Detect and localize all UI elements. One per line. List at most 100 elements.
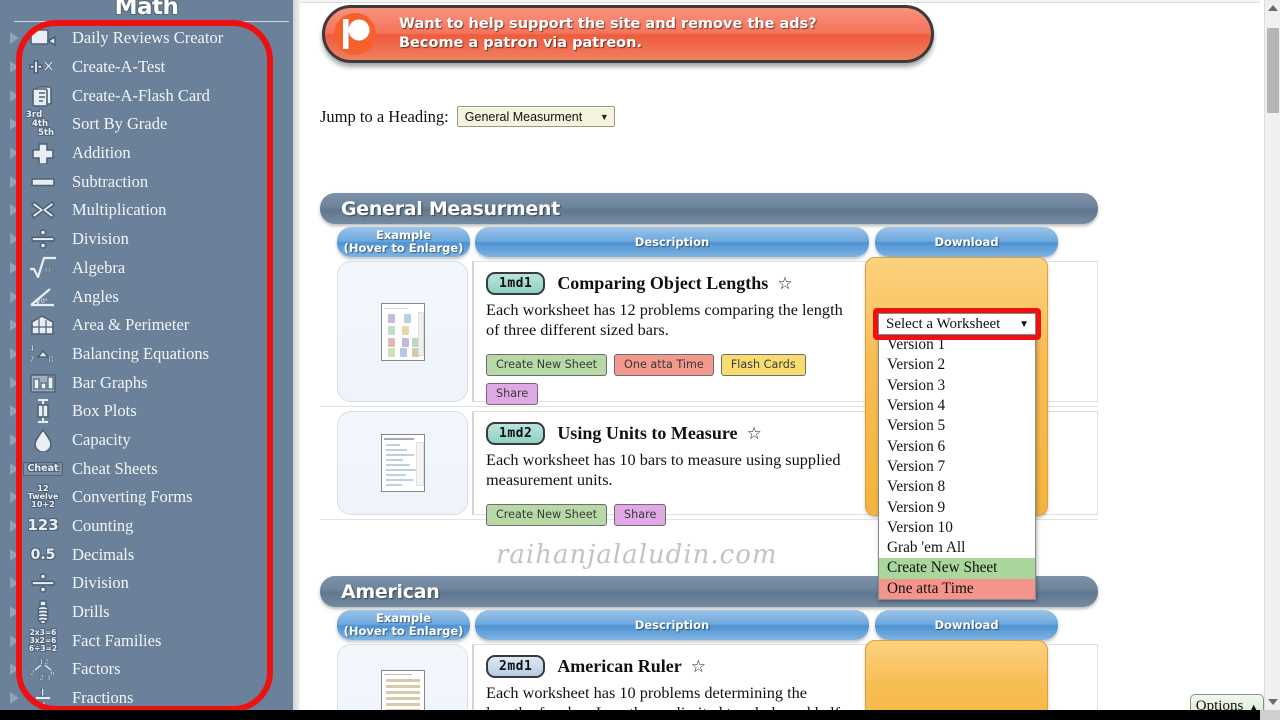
sidebar-item-create-a-flash-card[interactable]: Create-A-Flash Card <box>0 81 293 110</box>
standard-code-badge[interactable]: 1md1 <box>486 272 546 295</box>
expand-triangle-icon[interactable] <box>4 139 24 167</box>
example-thumbnail-cell[interactable] <box>337 644 468 710</box>
worksheet-description: Each worksheet has 10 bars to measure us… <box>486 450 841 489</box>
worksheet-action-button[interactable]: Create New Sheet <box>486 354 608 376</box>
scrollbar-thumb[interactable] <box>1267 28 1279 113</box>
favorite-star-icon[interactable]: ☆ <box>746 425 761 442</box>
worksheet-option-version-1[interactable]: Version 1 <box>879 335 1035 355</box>
worksheet-option-version-7[interactable]: Version 7 <box>879 457 1035 477</box>
column-header-example-line2: (Hover to Enlarge) <box>343 624 464 638</box>
worksheet-option-version-8[interactable]: Version 8 <box>879 477 1035 497</box>
example-thumbnail-cell[interactable] <box>337 261 468 402</box>
favorite-star-icon[interactable]: ☆ <box>777 275 792 292</box>
sidebar-item-fractions[interactable]: 1 2 Fractions <box>0 684 293 710</box>
sidebar-item-algebra[interactable]: π Algebra <box>0 254 293 283</box>
fraction-icon: 12 <box>24 685 62 710</box>
sidebar-item-subtraction[interactable]: Subtraction <box>0 167 293 196</box>
expand-triangle-icon[interactable] <box>4 283 24 311</box>
expand-triangle-icon[interactable] <box>4 110 24 138</box>
worksheet-option-create-new-sheet[interactable]: Create New Sheet <box>879 558 1035 579</box>
worksheet-option-version-4[interactable]: Version 4 <box>879 396 1035 416</box>
column-header-download: Download <box>875 227 1058 257</box>
worksheet-thumbnail-image[interactable] <box>380 434 425 492</box>
expand-triangle-icon[interactable] <box>4 225 24 253</box>
scrollbar-down-arrow[interactable] <box>1265 694 1280 710</box>
sidebar-item-label: Subtraction <box>72 171 149 191</box>
worksheet-option-version-9[interactable]: Version 9 <box>879 497 1035 517</box>
expand-triangle-icon[interactable] <box>4 311 24 339</box>
sidebar-item-bar-graphs[interactable]: Bar Graphs <box>0 368 293 397</box>
expand-triangle-icon[interactable] <box>4 598 24 626</box>
standard-code-badge[interactable]: 2md1 <box>486 655 546 678</box>
sidebar-item-sort-by-grade[interactable]: 3rd 4th 5th Sort By Grade <box>0 110 293 139</box>
expand-triangle-icon[interactable] <box>4 627 24 655</box>
expand-triangle-icon[interactable] <box>4 254 24 282</box>
converting-forms-icon: 12 Twelve 10+2 <box>27 484 59 510</box>
worksheet-option-version-5[interactable]: Version 5 <box>879 416 1035 436</box>
expand-triangle-icon[interactable] <box>4 24 24 52</box>
expand-triangle-icon[interactable] <box>4 455 24 483</box>
sidebar-item-counting[interactable]: 123 Counting <box>0 512 293 541</box>
worksheet-action-button[interactable]: Share <box>486 383 539 405</box>
favorite-star-icon[interactable]: ☆ <box>691 658 706 675</box>
page-scrollbar[interactable] <box>1264 0 1280 710</box>
expand-triangle-icon[interactable] <box>4 369 24 397</box>
worksheet-option-grab-em-all[interactable]: Grab 'em All <box>879 538 1035 558</box>
worksheet-dropdown-options[interactable]: Version 1 Version 2 Version 3 Version 4 Vers… <box>878 335 1036 600</box>
expand-triangle-icon[interactable] <box>4 483 24 511</box>
patreon-banner-text: Want to help support the site and remove… <box>399 15 817 53</box>
sidebar-item-box-plots[interactable]: Box Plots <box>0 397 293 426</box>
worksheet-thumbnail-image[interactable] <box>380 302 425 361</box>
worksheet-option-version-3[interactable]: Version 3 <box>879 376 1035 396</box>
expand-triangle-icon[interactable] <box>4 541 24 569</box>
patreon-banner[interactable]: Want to help support the site and remove… <box>322 5 934 63</box>
sidebar-item-fact-families[interactable]: 2x3=6 3x2=6 6÷3=2 Fact Families <box>0 626 293 655</box>
select-a-worksheet-value: Select a Worksheet <box>886 315 1001 332</box>
sidebar-item-factors[interactable]: 12 2 6 2 3 Factors <box>0 655 293 684</box>
sidebar-item-area-perimeter[interactable]: Area & Perimeter <box>0 311 293 340</box>
worksheet-option-version-2[interactable]: Version 2 <box>879 355 1035 375</box>
expand-triangle-icon[interactable] <box>4 82 24 110</box>
worksheet-option-version-6[interactable]: Version 6 <box>879 436 1035 456</box>
sidebar-item-division[interactable]: Division <box>0 225 293 254</box>
jump-to-heading-select[interactable]: General Measurment ▼ <box>456 106 615 127</box>
sidebar-item-angles[interactable]: 70° Angles <box>0 282 293 311</box>
download-column-cell[interactable] <box>865 640 1048 710</box>
worksheet-action-button[interactable]: Flash Cards <box>720 354 806 376</box>
expand-triangle-icon[interactable] <box>4 168 24 196</box>
expand-triangle-icon[interactable] <box>4 340 24 368</box>
sidebar-item-decimals[interactable]: 0.5 Decimals <box>0 540 293 569</box>
worksheet-thumbnail-image[interactable] <box>380 669 425 710</box>
worksheet-action-button[interactable]: Share <box>614 504 667 526</box>
worksheet-option-version-10[interactable]: Version 10 <box>879 518 1035 538</box>
expand-triangle-icon[interactable] <box>4 426 24 454</box>
sidebar-item-create-a-test[interactable]: Create-A-Test <box>0 53 293 82</box>
expand-triangle-icon[interactable] <box>4 512 24 540</box>
expand-triangle-icon[interactable] <box>4 655 24 683</box>
sidebar-item-division[interactable]: Division <box>0 569 293 598</box>
sidebar-item-drills[interactable]: Drills <box>0 598 293 627</box>
worksheet-action-button[interactable]: Create New Sheet <box>486 504 608 526</box>
expand-triangle-icon[interactable] <box>4 53 24 81</box>
expand-triangle-icon[interactable] <box>4 569 24 597</box>
standard-code-badge[interactable]: 1md2 <box>486 422 546 445</box>
example-thumbnail-cell[interactable] <box>337 411 468 515</box>
sidebar-item-balancing-equations[interactable]: 4 2 8 Balancing Equations <box>0 340 293 369</box>
sidebar-item-multiplication[interactable]: Multiplication <box>0 196 293 225</box>
sidebar-item-cheat-sheets[interactable]: Cheat Cheat Sheets <box>0 454 293 483</box>
expand-triangle-icon[interactable] <box>4 196 24 224</box>
expand-triangle-icon[interactable] <box>4 397 24 425</box>
select-a-worksheet-dropdown[interactable]: Select a Worksheet ▼ <box>878 313 1036 335</box>
worksheet-action-button[interactable]: One atta Time <box>614 354 714 376</box>
expand-triangle-icon[interactable] <box>4 684 24 710</box>
sidebar-item-addition[interactable]: Addition <box>0 139 293 168</box>
column-header-example: Example (Hover to Enlarge) <box>337 610 470 640</box>
sidebar-item-capacity[interactable]: Capacity <box>0 426 293 455</box>
worksheet-action-buttons: Create New Sheet One atta Time Flash Cards… <box>486 354 826 405</box>
sidebar-item-converting-forms[interactable]: 12 Twelve 10+2 Converting Forms <box>0 483 293 512</box>
drill-icon <box>24 599 62 625</box>
sidebar-item-daily-reviews-creator[interactable]: Daily Reviews Creator <box>0 24 293 53</box>
worksheet-option-one-atta-time[interactable]: One atta Time <box>879 578 1035 599</box>
scrollbar-up-arrow[interactable] <box>1265 0 1280 16</box>
decimal-point-five-icon: 0.5 <box>30 546 56 563</box>
